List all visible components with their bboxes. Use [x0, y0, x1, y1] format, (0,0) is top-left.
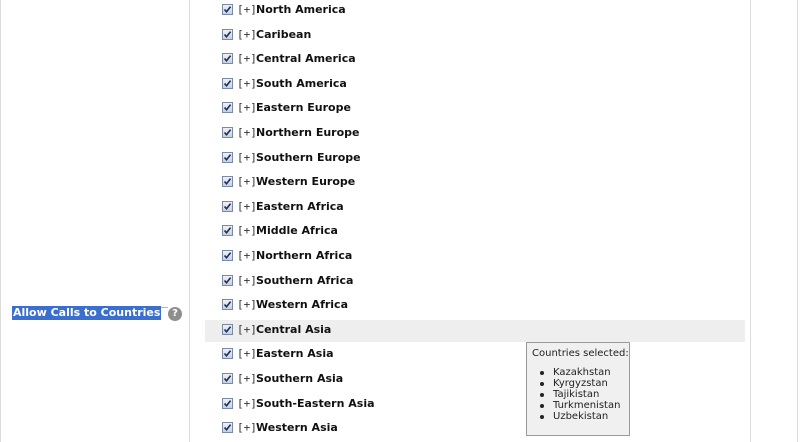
left-border	[0, 0, 1, 442]
question-mark-icon[interactable]: ?	[168, 307, 182, 321]
region-row[interactable]: [+] South-Eastern Asia	[205, 394, 745, 416]
region-row[interactable]: [+] Southern Europe	[205, 148, 745, 170]
checkbox-checked-icon[interactable]	[222, 151, 233, 163]
region-name: Southern Europe	[256, 150, 361, 164]
country-name: Tajikistan	[553, 389, 600, 400]
expand-toggle[interactable]: [+]	[237, 372, 257, 386]
region-name: North America	[256, 3, 346, 16]
expand-toggle[interactable]: [+]	[237, 347, 257, 361]
country-item: Uzbekistan	[537, 411, 620, 422]
checkbox-checked-icon[interactable]	[222, 200, 233, 212]
countries-tooltip: Countries selected: Kazakhstan Kyrgyzsta…	[526, 342, 630, 436]
region-row[interactable]: [+] Central America	[205, 49, 745, 71]
region-row[interactable]: [+] Southern Asia	[205, 369, 745, 391]
setting-label: Allow Calls to Countries	[12, 306, 162, 320]
expand-toggle[interactable]: [+]	[237, 175, 257, 189]
expand-toggle[interactable]: [+]	[237, 323, 257, 337]
column-divider	[189, 0, 190, 442]
expand-toggle[interactable]: [+]	[237, 77, 257, 91]
bullet-icon	[540, 382, 544, 386]
region-name: Northern Africa	[256, 249, 353, 262]
checkbox-checked-icon[interactable]	[222, 28, 233, 40]
region-row[interactable]: [+] North America	[205, 0, 745, 22]
checkbox-checked-icon[interactable]	[222, 348, 233, 360]
region-name: Northern Europe	[256, 126, 360, 139]
country-name: Uzbekistan	[553, 411, 609, 422]
checkbox-checked-icon[interactable]	[222, 397, 233, 409]
checkbox-checked-icon[interactable]	[222, 250, 233, 261]
region-row[interactable]: [+] Eastern Europe	[205, 98, 745, 120]
country-item: Kyrgyzstan	[537, 378, 620, 389]
region-name: Southern Africa	[256, 273, 354, 287]
checkbox-checked-icon[interactable]	[222, 225, 233, 237]
country-list: Kazakhstan Kyrgyzstan Tajikistan Turkmen…	[537, 367, 620, 422]
region-name: Central America	[256, 52, 356, 66]
country-name: Kazakhstan	[553, 367, 611, 378]
checkbox-checked-icon[interactable]	[222, 274, 233, 286]
expand-toggle[interactable]: [+]	[237, 274, 257, 288]
expand-toggle[interactable]: [+]	[237, 298, 257, 312]
region-name: Eastern Africa	[256, 199, 344, 213]
checkbox-checked-icon[interactable]	[222, 77, 233, 89]
region-row[interactable]: [+] Caribean	[205, 25, 745, 47]
region-name: Middle Africa	[256, 224, 338, 238]
region-row[interactable]: [+] South America	[205, 74, 745, 96]
country-item: Tajikistan	[537, 389, 620, 400]
region-name: Western Africa	[256, 298, 348, 312]
checkbox-checked-icon[interactable]	[222, 373, 233, 384]
region-row-hovered[interactable]: [+] Central Asia	[205, 319, 745, 342]
right-column-divider	[750, 0, 751, 442]
checkbox-checked-icon[interactable]	[222, 53, 233, 65]
region-name: South America	[256, 76, 347, 90]
checkbox-checked-icon[interactable]	[222, 102, 233, 114]
bullet-icon	[540, 393, 544, 397]
region-name: Caribean	[256, 27, 312, 41]
country-item: Turkmenistan	[537, 400, 620, 411]
region-row[interactable]: [+] Eastern Asia	[205, 344, 745, 366]
checkbox-checked-icon[interactable]	[222, 299, 233, 311]
tooltip-title: Countries selected:	[532, 348, 629, 359]
country-item: Kazakhstan	[537, 367, 620, 378]
region-row[interactable]: [+] Eastern Africa	[205, 197, 745, 219]
expand-toggle[interactable]: [+]	[237, 28, 257, 42]
expand-toggle[interactable]: [+]	[237, 249, 257, 263]
region-row[interactable]: [+] Western Europe	[205, 172, 745, 194]
checkbox-checked-icon[interactable]	[222, 422, 233, 434]
region-name: Southern Asia	[256, 372, 344, 385]
region-row[interactable]: [+] Western Africa	[205, 295, 745, 317]
expand-toggle[interactable]: [+]	[237, 126, 257, 140]
region-name: Eastern Europe	[256, 101, 351, 115]
region-row[interactable]: [+] Middle Africa	[205, 221, 745, 243]
region-name: South-Eastern Asia	[256, 396, 375, 410]
country-name: Kyrgyzstan	[553, 378, 608, 389]
settings-page: Allow Calls to Countries ? [+] North Ame…	[0, 0, 800, 442]
expand-toggle[interactable]: [+]	[237, 421, 257, 435]
checkbox-checked-icon[interactable]	[222, 127, 233, 138]
expand-toggle[interactable]: [+]	[237, 101, 257, 115]
region-row[interactable]: [+] Western Asia	[205, 418, 745, 440]
expand-toggle[interactable]: [+]	[237, 224, 257, 238]
right-border	[797, 0, 798, 442]
expand-toggle[interactable]: [+]	[237, 397, 257, 411]
region-name: Western Asia	[256, 421, 338, 435]
bullet-icon	[540, 371, 544, 375]
checkbox-checked-icon[interactable]	[222, 4, 233, 15]
region-name: Eastern Asia	[256, 347, 334, 361]
bullet-icon	[540, 404, 544, 408]
checkbox-checked-icon[interactable]	[222, 323, 233, 335]
region-name: Central Asia	[256, 322, 332, 336]
expand-toggle[interactable]: [+]	[237, 3, 257, 17]
checkbox-checked-icon[interactable]	[222, 176, 233, 188]
region-row[interactable]: [+] Northern Europe	[205, 123, 745, 145]
region-name: Western Europe	[256, 175, 356, 189]
expand-toggle[interactable]: [+]	[237, 151, 257, 165]
bullet-icon	[540, 415, 544, 419]
region-row[interactable]: [+] Southern Africa	[205, 271, 745, 293]
country-name: Turkmenistan	[553, 400, 621, 411]
region-row[interactable]: [+] Northern Africa	[205, 246, 745, 268]
expand-toggle[interactable]: [+]	[237, 200, 257, 214]
expand-toggle[interactable]: [+]	[237, 52, 257, 66]
